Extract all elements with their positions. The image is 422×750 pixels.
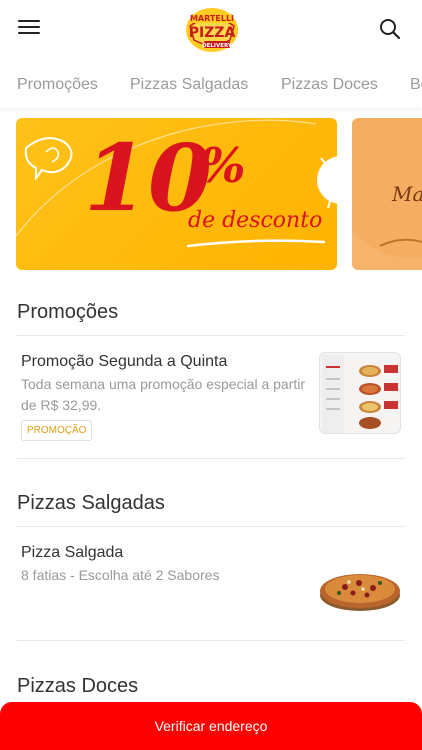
item-name: Promoção Segunda a Quinta bbox=[21, 353, 228, 370]
promo-banner-carousel: 10 % de desconto Ma bbox=[0, 118, 422, 270]
menu-item-pizza-salgada[interactable]: Pizza Salgada 8 fatias - Escolha até 2 S… bbox=[0, 527, 422, 640]
banner-discount-caption: de desconto bbox=[188, 208, 323, 233]
tab-pizzas-salgadas[interactable]: Pizzas Salgadas bbox=[130, 76, 248, 94]
section-title-pizzas-salgadas: Pizzas Salgadas bbox=[17, 492, 165, 514]
item-description: Toda semana uma promoção especial a part… bbox=[21, 376, 306, 413]
promo-banner-10-percent[interactable]: 10 % de desconto bbox=[16, 118, 337, 270]
item-name: Pizza Salgada bbox=[21, 544, 124, 561]
banner-2-text: Ma bbox=[392, 182, 422, 206]
item-description: 8 fatias - Escolha até 2 Sabores bbox=[21, 567, 220, 583]
tab-promocoes[interactable]: Promoções bbox=[17, 76, 98, 94]
app-header: MARTELLI PIZZA DELIVERY bbox=[0, 0, 422, 60]
hamburger-menu-icon[interactable] bbox=[18, 20, 40, 38]
svg-text:DELIVERY: DELIVERY bbox=[202, 43, 233, 49]
divider bbox=[17, 458, 405, 459]
category-tabs: Promoções Pizzas Salgadas Pizzas Doces B… bbox=[0, 60, 422, 108]
section-title-promocoes: Promoções bbox=[17, 301, 119, 323]
tab-bebidas[interactable]: Be bbox=[410, 76, 422, 94]
promo-badge: PROMOÇÃO bbox=[21, 420, 93, 441]
promo-menu-thumbnail bbox=[319, 352, 401, 434]
section-title-pizzas-doces: Pizzas Doces bbox=[17, 675, 139, 697]
divider bbox=[17, 640, 405, 641]
promo-banner-secondary[interactable]: Ma bbox=[352, 118, 422, 270]
pizza-thumbnail bbox=[319, 547, 401, 629]
verify-address-button[interactable]: Verificar endereço bbox=[0, 702, 422, 750]
banner-percent-sign: % bbox=[200, 138, 246, 194]
search-icon[interactable] bbox=[378, 17, 402, 41]
martelli-pizza-logo: MARTELLI PIZZA DELIVERY bbox=[184, 6, 240, 54]
svg-text:PIZZA: PIZZA bbox=[189, 25, 236, 41]
svg-text:MARTELLI: MARTELLI bbox=[190, 14, 234, 23]
menu-item-promocao-segunda-quinta[interactable]: Promoção Segunda a Quinta Toda semana um… bbox=[0, 336, 422, 458]
tab-pizzas-doces[interactable]: Pizzas Doces bbox=[281, 76, 378, 94]
